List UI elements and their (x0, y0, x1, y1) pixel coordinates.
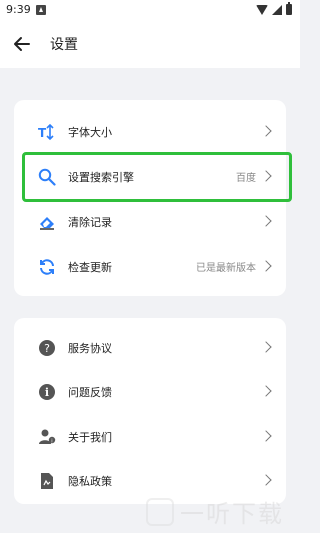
setting-label: 服务协议 (68, 342, 112, 355)
setting-about-us[interactable]: i 关于我们 (14, 415, 286, 459)
back-arrow-icon[interactable] (12, 34, 32, 54)
setting-label: 字体大小 (68, 126, 112, 139)
setting-check-update[interactable]: 检查更新 已是最新版本 (14, 245, 286, 289)
status-bar: 9:39 (0, 0, 300, 20)
setting-label: 检查更新 (68, 261, 112, 274)
setting-value: 已是最新版本 (196, 263, 256, 274)
refresh-icon (40, 259, 54, 275)
app-header: 设置 (0, 20, 300, 68)
user-info-icon: i (39, 429, 56, 445)
settings-card-about: ? 服务协议 i 问题反馈 i 关于我们 隐私政策 (14, 318, 286, 504)
status-icons (256, 2, 292, 15)
svg-text:T: T (38, 126, 47, 140)
battery-icon (286, 2, 292, 15)
setting-label: 问题反馈 (68, 386, 112, 399)
svg-text:?: ? (44, 342, 50, 355)
svg-text:i: i (45, 386, 49, 399)
setting-label: 清除记录 (68, 216, 112, 229)
page-title: 设置 (50, 37, 78, 53)
chevron-right-icon (260, 125, 272, 137)
setting-clear-history[interactable]: 清除记录 (14, 200, 286, 244)
chevron-right-icon (260, 474, 272, 486)
setting-font-size[interactable]: T 字体大小 (14, 110, 286, 154)
eraser-icon (40, 217, 54, 230)
notification-icon (36, 5, 46, 15)
svg-text:i: i (51, 439, 52, 445)
wifi-icon (256, 4, 268, 15)
highlight-box (22, 152, 292, 202)
setting-label: 隐私政策 (68, 475, 112, 488)
document-icon (41, 473, 53, 489)
chevron-right-icon (260, 260, 272, 272)
setting-label: 关于我们 (68, 431, 112, 444)
font-size-icon: T (38, 123, 54, 141)
watermark: 一听下载 (146, 494, 284, 529)
setting-service-agreement[interactable]: ? 服务协议 (14, 326, 286, 370)
signal-icon (272, 4, 282, 15)
chevron-right-icon (260, 341, 272, 353)
watermark-logo-icon (146, 497, 174, 526)
chevron-right-icon (260, 385, 272, 397)
status-time: 9:39 (6, 3, 31, 16)
question-icon: ? (39, 340, 55, 356)
setting-feedback[interactable]: i 问题反馈 (14, 370, 286, 414)
watermark-text: 一听下载 (180, 500, 284, 528)
info-icon: i (39, 384, 55, 400)
chevron-right-icon (260, 430, 272, 442)
chevron-right-icon (260, 215, 272, 227)
